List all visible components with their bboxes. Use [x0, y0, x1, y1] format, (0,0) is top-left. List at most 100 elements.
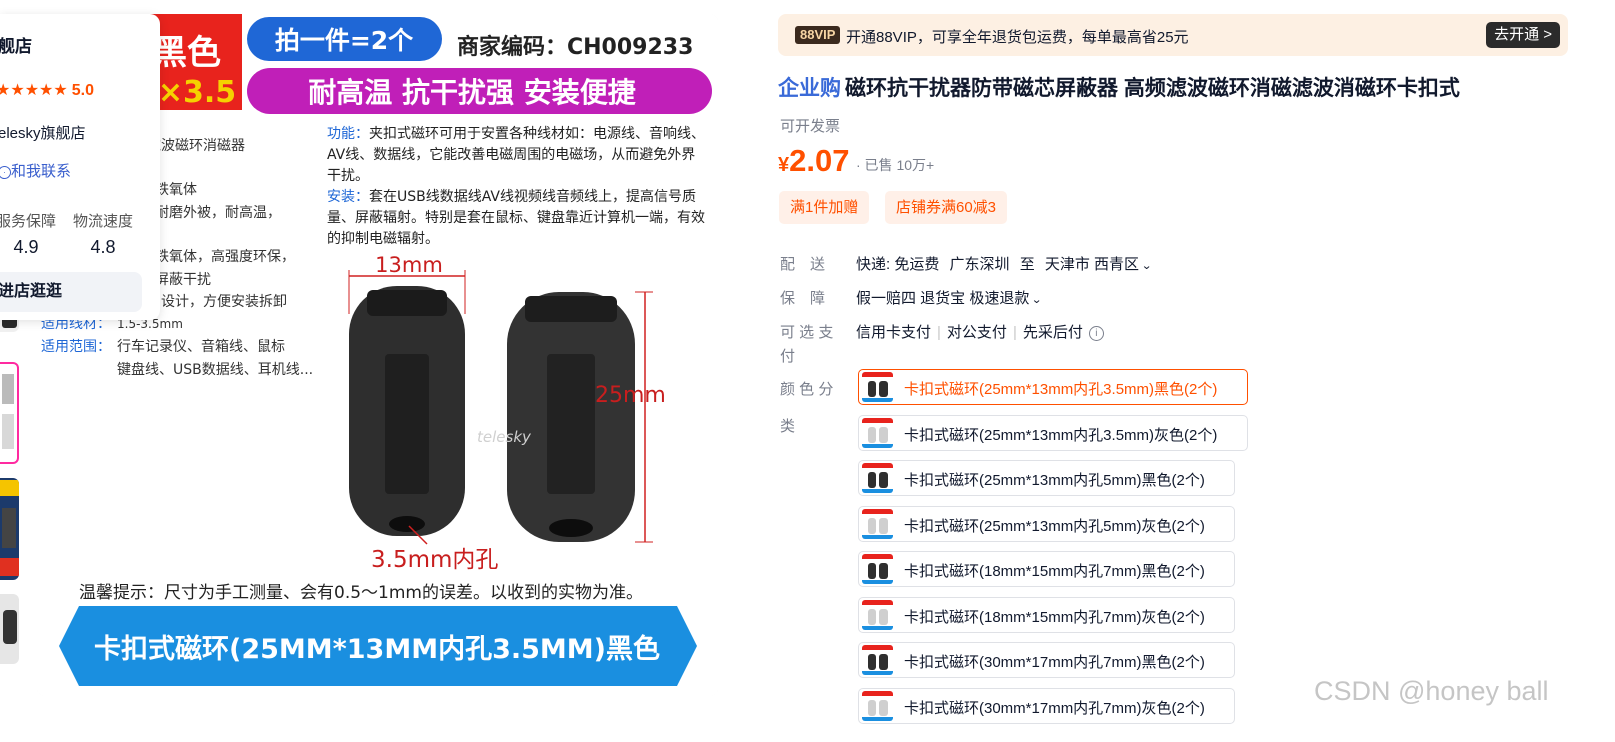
tip-text: 温馨提示：尺寸为手工测量、会有0.5～1mm的误差。以收到的实物为准。 — [79, 583, 643, 603]
sku-option-label: 卡扣式磁环(25mm*13mm内孔3.5mm)黑色(2个) — [904, 381, 1218, 398]
vip-badge: 88VIP — [795, 26, 841, 44]
divider: | — [937, 324, 941, 341]
info-icon[interactable]: i — [1088, 326, 1104, 341]
logistics-label: 物流速度 — [73, 213, 134, 230]
func-label: 功能： — [327, 126, 369, 142]
sku-thumbnail — [862, 554, 893, 584]
guarantee-info[interactable]: 假一赔四 退货宝 极速退款 ⌄ — [856, 287, 1042, 308]
dim-width: 13mm — [375, 253, 443, 277]
spec-line: 耐磨外被，耐高温， — [155, 204, 281, 221]
sku-thumbnail — [862, 690, 893, 721]
sku-option-label: 卡扣式磁环(18mm*15mm内孔7mm)灰色(2个) — [904, 608, 1205, 626]
sku-thumbnail — [862, 463, 893, 493]
dim-height: 25mm — [595, 383, 666, 408]
payment-label: 可 选 支 — [780, 324, 834, 341]
contact-link[interactable]: · 和我联系 — [0, 160, 71, 181]
sku-option-label: 卡扣式磁环(25mm*13mm内孔5mm)黑色(2个) — [904, 472, 1205, 489]
sku-option[interactable]: 卡扣式磁环(30mm*17mm内孔7mm)灰色(2个) — [858, 687, 1235, 724]
service-metric: 服务保障 4.9 — [0, 210, 56, 258]
sku-thumbnail — [862, 645, 893, 675]
vip-open-button[interactable]: 去开通 > — [1486, 22, 1560, 48]
thumbnail[interactable] — [0, 594, 19, 664]
service-label: 服务保障 — [0, 213, 57, 230]
shop-name[interactable]: 舰店 — [0, 32, 32, 57]
logistics-value: 4.8 — [90, 237, 116, 257]
spec-line: 铁氧体，高强度环保， — [155, 248, 295, 265]
spec-line: 屏蔽干扰 — [155, 272, 211, 288]
sku-option[interactable]: 卡扣式磁环(25mm*13mm内孔5mm)灰色(2个) — [858, 505, 1235, 542]
description-block: 功能：夹扣式磁环可用于安置各种线材如：电源线、音响线、AV线、数据线，它能改善电… — [327, 126, 705, 247]
currency-symbol: ¥ — [778, 154, 790, 176]
delivery-from: 广东深圳 — [949, 256, 1010, 273]
watermark: CSDN @honey ball — [1314, 676, 1549, 706]
color-tag: 黑色 — [153, 33, 221, 73]
payment-options: 信用卡支付 | 对公支付 | 先采后付 i — [856, 321, 1104, 342]
per-order-text: 拍一件=2个 — [275, 26, 414, 55]
chevron-down-icon: ⌄ — [1031, 294, 1043, 306]
merchant-code: 商家编码：CH009233 — [457, 34, 693, 60]
chat-icon: · — [0, 166, 11, 179]
shop-card: 舰店 ★★★★★ 5.0 elesky旗舰店 · 和我联系 服务保障 4.9 物流速… — [0, 14, 160, 320]
func-text: 夹扣式磁环可用于安置各种线材如：电源线、音响线、AV线、数据线，它能改善电磁周围… — [327, 126, 705, 184]
shop-subtitle: elesky旗舰店 — [0, 125, 86, 142]
delivery-destination[interactable]: 天津市 西青区 ⌄ — [1044, 256, 1153, 273]
delivery-destination-text: 天津市 西青区 — [1044, 256, 1140, 273]
sku-option[interactable]: 卡扣式磁环(25mm*13mm内孔3.5mm)黑色(2个) — [858, 369, 1248, 405]
sku-option-label: 卡扣式磁环(25mm*13mm内孔5mm)灰色(2个) — [904, 517, 1205, 535]
sku-option-label: 卡扣式磁环(30mm*17mm内孔7mm)黑色(2个) — [904, 654, 1205, 671]
payment-option: 先采后付 — [1022, 324, 1083, 341]
shop-score: 5.0 — [71, 82, 94, 99]
ferrite-core-left — [349, 286, 465, 536]
scope-value: 键盘线、USB数据线、耳机线... — [117, 361, 313, 378]
sku-label: 颜 色 分 — [780, 381, 834, 398]
sku-label-cont: 类 — [780, 418, 796, 435]
sku-option[interactable]: 卡扣式磁环(18mm*15mm内孔7mm)黑色(2个) — [858, 551, 1235, 587]
guarantee-label: 保 障 — [780, 290, 826, 307]
sku-option[interactable]: 卡扣式磁环(18mm*15mm内孔7mm)灰色(2个) — [858, 596, 1235, 633]
chevron-down-icon: ⌄ — [1141, 260, 1153, 272]
product-title-text: 磁环抗干扰器防带磁芯屏蔽器 高频滤波磁环消磁滤波消磁环卡扣式 — [845, 77, 1460, 100]
thumbnail[interactable] — [0, 478, 19, 580]
shop-rating: ★★★★★ 5.0 — [0, 80, 94, 100]
scope-value: 行车记录仪、音箱线、鼠标 — [117, 338, 285, 355]
sku-option[interactable]: 卡扣式磁环(30mm*17mm内孔7mm)黑色(2个) — [858, 642, 1235, 678]
scope-label: 适用范围： — [41, 338, 111, 355]
size-tag: ×3.5 — [158, 75, 236, 110]
features-text: 耐高温 抗干扰强 安装便捷 — [308, 76, 636, 109]
invoice-note: 可开发票 — [780, 118, 841, 135]
brand-mark: telesky — [477, 428, 532, 446]
product-title: 企业购 磁环抗干扰器防带磁芯屏蔽器 高频滤波磁环消磁滤波消磁环卡扣式 — [778, 72, 1598, 102]
corp-purchase-tag[interactable]: 企业购 — [778, 77, 841, 100]
delivery-label: 配 送 — [780, 256, 826, 273]
service-value: 4.9 — [13, 237, 39, 257]
install-label: 安装： — [327, 189, 369, 205]
vip-text: 开通88VIP，可享全年退货包运费，每单最高省25元 — [846, 29, 1189, 46]
sku-thumbnail — [862, 417, 893, 448]
delivery-info: 快递: 免运费 广东深圳 至 天津市 西青区 ⌄ — [856, 253, 1153, 274]
guarantee-text: 假一赔四 退货宝 极速退款 — [856, 290, 1030, 307]
install-text: 套在USB线数据线AV线视频线音频线上，提高信号质量、屏蔽辐射。特别是套在鼠标、… — [327, 189, 705, 247]
delivery-method: 快递: 免运费 — [856, 256, 940, 273]
price: ¥2.07 — [778, 143, 849, 179]
sku-option-label: 卡扣式磁环(30mm*17mm内孔7mm)灰色(2个) — [904, 699, 1205, 717]
sku-option[interactable]: 卡扣式磁环(25mm*13mm内孔5mm)黑色(2个) — [858, 460, 1235, 496]
sku-option[interactable]: 卡扣式磁环(25mm*13mm内孔3.5mm)灰色(2个) — [858, 414, 1248, 451]
thumbnail[interactable] — [0, 362, 19, 464]
enter-shop-button[interactable]: 进店逛逛 — [0, 272, 142, 312]
spec-line: 铁氧体 — [155, 182, 197, 198]
contact-label: 和我联系 — [11, 163, 72, 180]
vip-promo-bar: 88VIP 开通88VIP，可享全年退货包运费，每单最高省25元 去开通 > — [778, 14, 1568, 56]
dim-hole: 3.5mm内孔 — [371, 547, 498, 573]
ferrite-core-right — [507, 292, 635, 542]
sku-thumbnail — [862, 508, 893, 539]
spec-line: 扣设计，方便安装拆卸 — [147, 294, 287, 310]
sold-count: · 已售 10万+ — [856, 157, 935, 173]
banner-text: 卡扣式磁环(25MM*13MM内孔3.5MM)黑色 — [94, 633, 660, 665]
coupon-gift[interactable]: 满1件加赠 — [779, 191, 870, 224]
coupon-store[interactable]: 店铺券满60减3 — [885, 191, 1008, 224]
logistics-metric: 物流速度 4.8 — [73, 210, 133, 258]
sku-thumbnail — [862, 372, 893, 402]
star-icons: ★★★★★ — [0, 82, 68, 99]
price-value: 2.07 — [789, 143, 850, 178]
sku-thumbnail — [862, 599, 893, 630]
